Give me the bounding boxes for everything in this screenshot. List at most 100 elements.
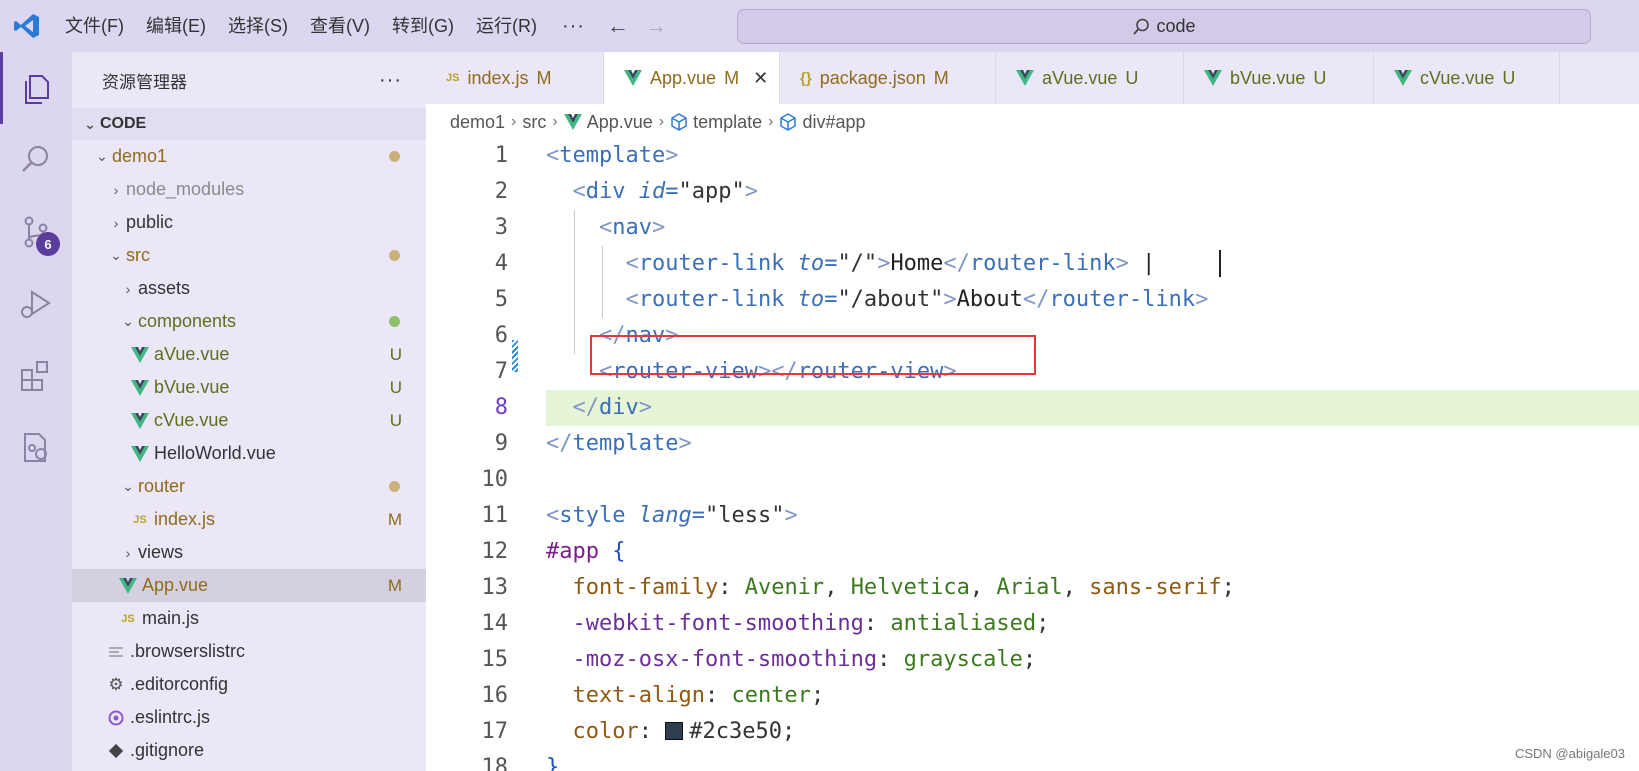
chevron-down-icon: ⌄ <box>96 148 108 164</box>
line-number: 2 <box>494 179 508 204</box>
tab-status: U <box>1313 67 1327 88</box>
tree-label: views <box>138 542 184 562</box>
tree-file-appvue[interactable]: App.vue M <box>72 569 426 602</box>
chevron-right-icon: › <box>113 214 119 231</box>
tab-app-vue[interactable]: App.vue M ✕ <box>604 52 780 104</box>
search-view-icon[interactable] <box>0 124 72 196</box>
tree-folder-node-modules[interactable]: › node_modules <box>72 173 426 206</box>
chevron-right-icon: › <box>511 113 517 130</box>
vue-file-icon <box>128 412 152 429</box>
line-number: 12 <box>481 539 509 564</box>
tree-file-router-index[interactable]: JS index.js M <box>72 503 426 536</box>
tree-folder-router[interactable]: ⌄ router <box>72 470 426 503</box>
menu-view[interactable]: 查看(V) <box>299 0 381 52</box>
back-arrow-icon[interactable]: ← <box>599 0 637 52</box>
chevron-down-icon: ⌄ <box>110 247 122 263</box>
line-number: 3 <box>494 215 508 240</box>
tab-label: cVue.vue <box>1420 67 1495 88</box>
menu-bar: 文件(F) 编辑(E) 选择(S) 查看(V) 转到(G) 运行(R) ··· <box>54 0 599 52</box>
line-number: 18 <box>481 755 509 771</box>
tree-file-browserslistrc[interactable]: .browserslistrc <box>72 635 426 668</box>
breadcrumb-item[interactable]: App.vue <box>587 112 653 133</box>
extensions-icon[interactable] <box>0 340 72 412</box>
breadcrumb-item[interactable]: src <box>522 112 546 133</box>
color-swatch[interactable] <box>665 722 684 740</box>
tab-status: U <box>1502 67 1516 88</box>
tab-package-json[interactable]: {} package.json M <box>780 52 996 104</box>
untracked-dot-icon <box>389 316 400 327</box>
tree-label: HelloWorld.vue <box>154 443 276 463</box>
line-number: 7 <box>494 359 508 384</box>
command-center-search[interactable]: code <box>737 9 1591 44</box>
highlight-annotation-box <box>590 335 1036 375</box>
line-number: 5 <box>494 287 508 312</box>
tree-folder-public[interactable]: › public <box>72 206 426 239</box>
line-number: 10 <box>481 467 509 492</box>
explorer-icon[interactable] <box>0 52 72 124</box>
explorer-title: 资源管理器 <box>102 72 187 92</box>
git-status-untracked: U <box>389 344 402 364</box>
source-control-icon[interactable] <box>0 196 72 268</box>
tree-folder-components[interactable]: ⌄ components <box>72 305 426 338</box>
close-icon[interactable]: ✕ <box>753 68 768 89</box>
modified-dot-icon <box>389 250 400 261</box>
git-status-modified: M <box>387 575 402 595</box>
chevron-right-icon: › <box>125 280 131 297</box>
tree-label: src <box>126 245 150 265</box>
tab-index-js[interactable]: JS index.js M <box>426 52 604 104</box>
menu-file[interactable]: 文件(F) <box>54 0 135 52</box>
menu-more-button[interactable]: ··· <box>548 0 599 52</box>
tree-folder-views[interactable]: › views <box>72 536 426 569</box>
line-number: 15 <box>481 647 509 672</box>
tree-folder-src[interactable]: ⌄ src <box>72 239 426 272</box>
tree-file-editorconfig[interactable]: ⚙ .editorconfig <box>72 668 426 701</box>
tree-label: .browserslistrc <box>130 641 246 661</box>
code-line-8: 8 </div> <box>426 390 1639 426</box>
tab-avue[interactable]: aVue.vue U <box>996 52 1184 104</box>
code-editor[interactable]: 1 <template> 2 <div id="app"> 3 <nav> 4 … <box>426 138 1639 771</box>
breadcrumb-item[interactable]: demo1 <box>450 112 505 133</box>
breadcrumb: demo1 › src › App.vue › template › div#a… <box>450 106 866 138</box>
explorer-more-button[interactable]: ··· <box>379 69 402 92</box>
line-number: 14 <box>481 611 509 636</box>
menu-run[interactable]: 运行(R) <box>465 0 548 52</box>
breadcrumb-item[interactable]: template <box>693 112 762 133</box>
tree-file-cvue[interactable]: cVue.vue U <box>72 404 426 437</box>
run-debug-icon[interactable] <box>0 268 72 340</box>
title-bar: 文件(F) 编辑(E) 选择(S) 查看(V) 转到(G) 运行(R) ··· … <box>0 0 1639 52</box>
remote-explorer-icon[interactable] <box>0 412 72 484</box>
text-file-icon <box>104 646 128 658</box>
tree-label: components <box>138 311 237 331</box>
tree-file-eslintrc[interactable]: .eslintrc.js <box>72 701 426 734</box>
tab-bvue[interactable]: bVue.vue U <box>1184 52 1374 104</box>
tree-file-gitignore[interactable]: .gitignore <box>72 734 426 767</box>
chevron-right-icon: › <box>552 113 558 130</box>
source-control-badge: 6 <box>36 232 60 256</box>
forward-arrow-icon[interactable]: → <box>637 0 675 52</box>
menu-go[interactable]: 转到(G) <box>381 0 465 52</box>
tree-file-avue[interactable]: aVue.vue U <box>72 338 426 371</box>
workspace-name: CODE <box>100 115 147 132</box>
gear-icon: ⚙ <box>108 674 124 694</box>
tree-file-helloworld[interactable]: HelloWorld.vue <box>72 437 426 470</box>
code-line-13: 13 font-family: Avenir, Helvetica, Arial… <box>426 570 1639 606</box>
line-number: 17 <box>481 719 509 744</box>
text-cursor <box>1219 250 1221 277</box>
menu-selection[interactable]: 选择(S) <box>217 0 299 52</box>
breadcrumb-item[interactable]: div#app <box>802 112 865 133</box>
menu-edit[interactable]: 编辑(E) <box>135 0 217 52</box>
git-status-untracked: U <box>389 377 402 397</box>
tree-label: assets <box>138 278 191 298</box>
symbol-cube-icon <box>779 113 797 131</box>
tree-file-mainjs[interactable]: JS main.js <box>72 602 426 635</box>
tree-folder-demo1[interactable]: ⌄ demo1 <box>72 140 426 173</box>
code-line-12: 12 #app { <box>426 534 1639 570</box>
tree-file-bvue[interactable]: bVue.vue U <box>72 371 426 404</box>
tab-cvue[interactable]: cVue.vue U <box>1374 52 1560 104</box>
tree-folder-assets[interactable]: › assets <box>72 272 426 305</box>
vue-file-icon <box>128 379 152 396</box>
line-number: 13 <box>481 575 509 600</box>
vue-file-icon <box>1016 70 1034 86</box>
tree-label: demo1 <box>112 146 168 166</box>
workspace-section-header[interactable]: ⌄ CODE <box>72 108 426 140</box>
